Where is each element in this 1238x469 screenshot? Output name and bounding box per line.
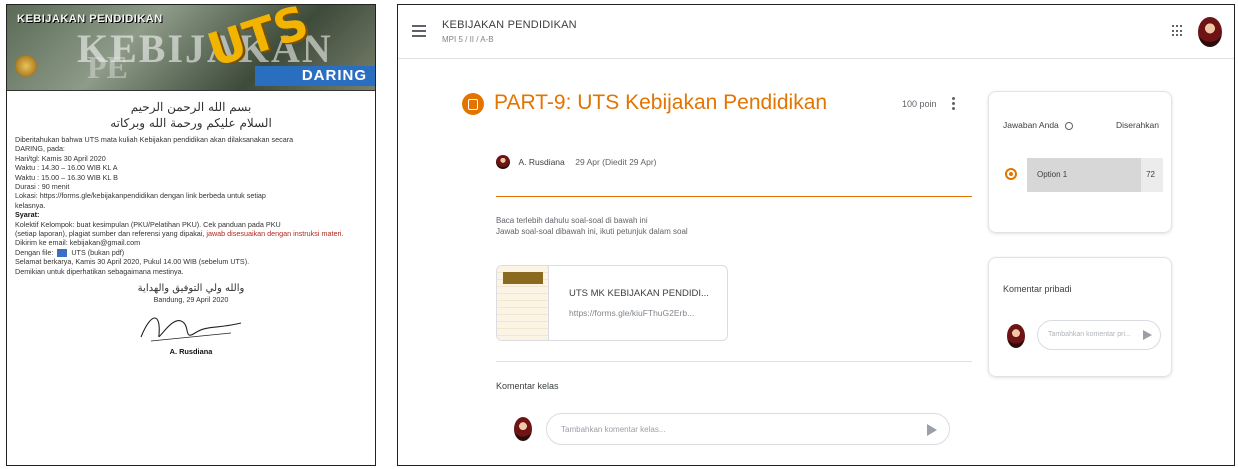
handwritten-signature xyxy=(121,307,261,347)
assignment-instructions: Baca terlebih dahulu soal-soal di bawah … xyxy=(496,215,688,237)
syarat-highlight: jawab disesuaikan dengan instruksi mater… xyxy=(206,229,344,239)
announcement-line: kelasnya. xyxy=(15,200,46,210)
thumbnail-header xyxy=(503,272,543,284)
assignment-title: PART-9: UTS Kebijakan Pendidikan xyxy=(494,91,828,114)
class-comment-row: Tambahkan komentar kelas... xyxy=(514,413,950,447)
author-row: A. Rusdiana 29 Apr (Diedit 29 Apr) xyxy=(496,153,656,169)
banner-background-text-2: PE xyxy=(87,49,128,85)
attachment-thumbnail xyxy=(497,266,549,340)
points-label: 100 poin xyxy=(902,99,937,109)
apps-grid-icon[interactable] xyxy=(1172,25,1184,37)
menu-icon[interactable] xyxy=(412,25,426,37)
private-send-icon[interactable] xyxy=(1143,330,1152,340)
submission-status: Diserahkan xyxy=(1116,120,1159,130)
more-options-icon[interactable] xyxy=(952,97,956,111)
announcement-line: Durasi : 90 menit xyxy=(15,182,70,192)
arabic-line-1: بسم الله الرحمن الرحيم xyxy=(130,100,252,114)
closing-arabic: والله ولي التوفيق والهداية xyxy=(137,283,245,295)
announcement-line: Diberitahukan bahwa UTS mata kuliah Kebi… xyxy=(15,135,294,144)
author-avatar xyxy=(496,154,510,169)
class-comments-label: Komentar kelas xyxy=(496,381,559,391)
top-bar: KEBIJAKAN PENDIDIKAN MPI 5 / II / A-B xyxy=(398,5,1234,59)
arabic-line-2: السلام عليكم ورحمة الله وبركاته xyxy=(110,116,272,130)
place-date: Bandung, 29 April 2020 xyxy=(153,295,229,305)
course-section: MPI 5 / II / A-B xyxy=(442,35,494,44)
your-work-title-text: Jawaban Anda xyxy=(1003,120,1059,130)
banner-daring-label: DARING xyxy=(255,66,375,86)
announcement-document: KEBIJAKAN PE KEBIJAKAN PENDIDIKAN UTS DA… xyxy=(6,4,376,466)
instruction-line: Baca terlebih dahulu soal-soal di bawah … xyxy=(496,216,648,225)
comments-divider xyxy=(496,361,972,362)
answer-option[interactable]: Option 1 72 xyxy=(1003,158,1163,192)
email-line: Dikirim ke email: kebijakan@gmail.com xyxy=(15,238,141,248)
closing-line-2: Demikian untuk diperhatikan sebagaimana … xyxy=(15,266,184,276)
attachment-url: https://forms.gle/kiuFThuG2Erb... xyxy=(569,308,695,318)
syarat-text: Kolektif Kelompok: buat kesimpulan (PKU/… xyxy=(15,219,281,229)
your-work-title: Jawaban Anda xyxy=(1003,120,1073,130)
instruction-line: Jawab soal-soal dibawah ini, ikuti petun… xyxy=(496,227,688,236)
commenter-avatar xyxy=(514,417,532,441)
announcement-banner: KEBIJAKAN PE KEBIJAKAN PENDIDIKAN UTS DA… xyxy=(7,5,375,91)
basmalah: بسم الله الرحمن الرحيم السلام عليكم ورحم… xyxy=(15,99,367,131)
author-name: A. Rusdiana xyxy=(518,156,565,167)
class-comment-placeholder: Tambahkan komentar kelas... xyxy=(561,425,666,434)
syarat-text-2-plain: (setiap laporan), plagiat sumber dan ref… xyxy=(15,229,207,239)
private-comment-placeholder: Tambahkan komentar pri... xyxy=(1048,331,1131,338)
course-title[interactable]: KEBIJAKAN PENDIDIKAN xyxy=(442,19,577,31)
option-count: 72 xyxy=(1146,170,1155,179)
account-avatar[interactable] xyxy=(1198,17,1222,47)
private-comments-card: Komentar pribadi Tambahkan komentar pri.… xyxy=(988,257,1172,377)
closing-block: والله ولي التوفيق والهداية Bandung, 29 A… xyxy=(15,282,367,356)
signer-name: A. Rusdiana xyxy=(169,346,213,356)
attach-label: Dengan file: xyxy=(15,247,54,257)
assignment-icon xyxy=(462,93,484,115)
radio-selected-icon[interactable] xyxy=(1005,168,1017,180)
send-icon[interactable] xyxy=(927,424,937,436)
closing-line-1: Selamat berkarya, Kamis 30 April 2020, P… xyxy=(15,257,250,267)
class-comment-input[interactable]: Tambahkan komentar kelas... xyxy=(546,413,950,445)
attachment-line: Dengan file: UTS (bukan pdf) xyxy=(15,248,367,257)
title-divider xyxy=(496,196,972,197)
announcement-body: بسم الله الرحمن الرحيم السلام عليكم ورحم… xyxy=(7,91,375,356)
announcement-line: Waktu : 15.00 – 16.30 WIB KL B xyxy=(15,172,118,182)
option-result-bar: Option 1 72 xyxy=(1027,158,1163,192)
university-logo-icon xyxy=(15,55,37,77)
option-label: Option 1 xyxy=(1037,170,1068,179)
private-comment-input[interactable]: Tambahkan komentar pri... xyxy=(1037,320,1161,350)
syarat-text-2: (setiap laporan), plagiat sumber dan ref… xyxy=(15,229,367,238)
post-date: 29 Apr (Diedit 29 Apr) xyxy=(575,156,657,167)
your-work-card: Jawaban Anda Diserahkan Option 1 72 xyxy=(988,91,1172,233)
banner-title: KEBIJAKAN PENDIDIKAN xyxy=(17,13,163,25)
classroom-window: KEBIJAKAN PENDIDIKAN MPI 5 / II / A-B PA… xyxy=(397,4,1235,466)
announcement-line: Lokasi: https://forms.gle/kebijakanpendi… xyxy=(15,191,266,201)
screenshot-root: KEBIJAKAN PE KEBIJAKAN PENDIDIKAN UTS DA… xyxy=(0,0,1238,469)
private-commenter-avatar xyxy=(1007,324,1025,348)
attachment-title[interactable]: UTS MK KEBIJAKAN PENDIDI... xyxy=(569,288,709,299)
announcement-line: Waktu : 14.30 – 16.00 WIB KL A xyxy=(15,163,118,173)
announcement-line: Hari/tgl: Kamis 30 April 2020 xyxy=(15,153,106,163)
word-file-icon xyxy=(57,248,68,257)
private-comments-title: Komentar pribadi xyxy=(1003,284,1072,294)
syarat-label: Syarat: xyxy=(15,210,40,220)
info-icon[interactable] xyxy=(1064,121,1073,130)
attach-text: UTS (bukan pdf) xyxy=(71,247,125,257)
form-attachment-card[interactable]: UTS MK KEBIJAKAN PENDIDI... https://form… xyxy=(496,265,728,341)
announcement-line: DARING, pada: xyxy=(15,144,65,154)
